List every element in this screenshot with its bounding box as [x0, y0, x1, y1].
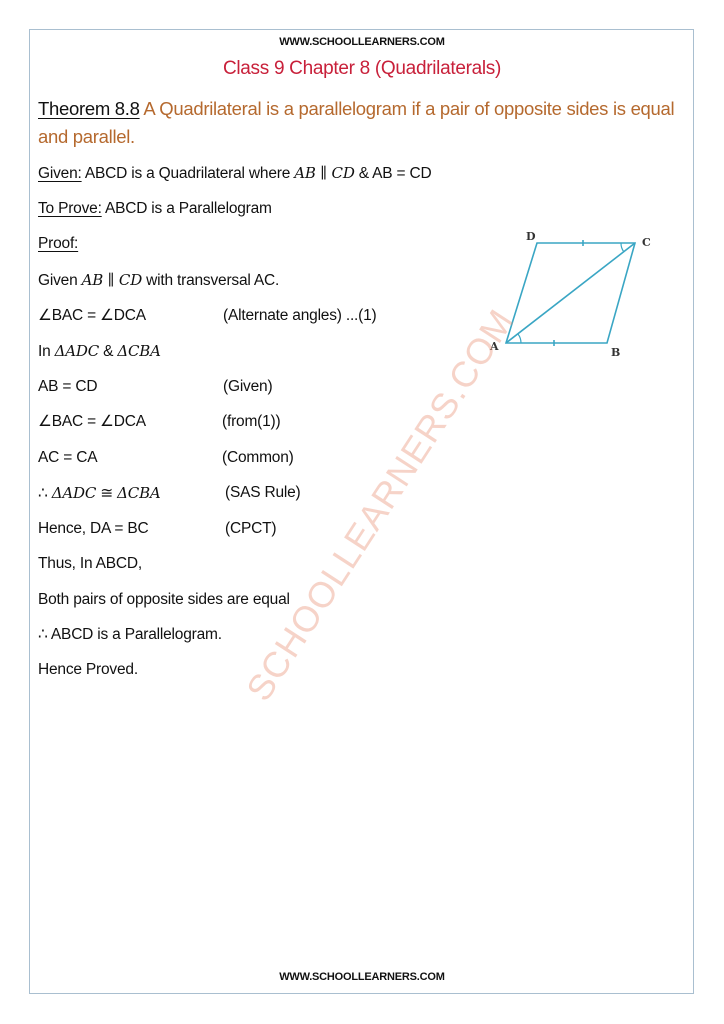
to-prove-line: To Prove: ABCD is a Parallelogram	[38, 199, 272, 219]
step-statement: AC = CA	[38, 449, 98, 466]
proof-step-1: ∠BAC = ∠DCA	[38, 306, 146, 326]
vertex-label-a: A	[489, 340, 499, 353]
proof-step-4: ∠BAC = ∠DCA	[38, 412, 146, 432]
theorem-label: Theorem 8.8	[38, 98, 140, 119]
angle-arc-a	[517, 333, 522, 344]
theorem-statement: Theorem 8.8 A Quadrilateral is a paralle…	[38, 95, 688, 151]
to-prove-label: To Prove:	[38, 200, 102, 217]
step-statement: Hence, DA = BC	[38, 520, 149, 537]
proof-label: Proof:	[38, 235, 79, 252]
step-statement: Thus, In ABCD,	[38, 555, 143, 572]
given-text: ABCD is a Quadrilateral where	[81, 165, 295, 182]
step-statement: Hence Proved.	[38, 661, 138, 678]
step-mid: ≅	[96, 485, 118, 502]
proof-step-8: Thus, In ABCD,	[38, 554, 142, 574]
to-prove-text: ABCD is a Parallelogram	[101, 200, 272, 217]
footer-site-url: WWW.SCHOOLLEARNERS.COM	[279, 971, 445, 983]
step-prefix: ∴	[38, 485, 52, 502]
proof-given-math: AB ∥ CD	[81, 271, 143, 289]
step-mid: &	[99, 343, 118, 360]
proof-reason-7: (CPCT)	[225, 520, 277, 537]
proof-step-7: Hence, DA = BC	[38, 519, 149, 539]
proof-step-2: In ΔADC & ΔCBA	[38, 341, 161, 362]
step-math-2: ΔCBA	[117, 484, 161, 502]
header-site-url: WWW.SCHOOLLEARNERS.COM	[279, 36, 445, 48]
proof-reason-4: (from(1))	[222, 413, 281, 430]
step-math-1: ΔADC	[54, 342, 100, 360]
angle-arc-c	[620, 242, 625, 253]
vertex-label-b: B	[611, 346, 620, 359]
chapter-title: Class 9 Chapter 8 (Quadrilaterals)	[222, 58, 502, 79]
parallelogram-diagram: D C A B	[489, 230, 651, 359]
proof-reason-5: (Common)	[222, 449, 294, 466]
step-statement: ∠BAC = ∠DCA	[38, 307, 146, 324]
diagonal-ac	[505, 242, 636, 344]
proof-step-10: ∴ ABCD is a Parallelogram.	[38, 625, 222, 645]
given-math: AB ∥ CD	[294, 164, 355, 182]
vertex-label-c: C	[642, 236, 651, 249]
proof-heading: Proof:	[38, 234, 78, 254]
proof-given-before: Given	[38, 272, 82, 289]
proof-step-11: Hence Proved.	[38, 660, 138, 680]
proof-step-6: ∴ ΔADC ≅ ΔCBA	[38, 483, 161, 504]
given-line: Given: ABCD is a Quadrilateral where AB …	[38, 163, 432, 184]
proof-reason-3: (Given)	[223, 378, 273, 395]
step-statement: ∴ ABCD is a Parallelogram.	[38, 626, 222, 643]
step-prefix: In	[38, 343, 55, 360]
proof-step-3: AB = CD	[38, 377, 98, 397]
step-statement: Both pairs of opposite sides are equal	[38, 591, 290, 608]
proof-given-after: with transversal AC.	[142, 272, 280, 289]
proof-reason-1: (Alternate angles) ...(1)	[223, 307, 377, 324]
step-statement: ∠BAC = ∠DCA	[38, 413, 146, 430]
given-label: Given:	[38, 165, 82, 182]
proof-reason-6: (SAS Rule)	[225, 484, 301, 501]
step-statement: AB = CD	[38, 378, 98, 395]
step-math-1: ΔADC	[51, 484, 97, 502]
given-text-after: & AB = CD	[354, 165, 432, 182]
proof-step-5: AC = CA	[38, 448, 98, 468]
proof-step-9: Both pairs of opposite sides are equal	[38, 590, 290, 610]
proof-given-line: Given AB ∥ CD with transversal AC.	[38, 270, 279, 291]
vertex-label-d: D	[526, 230, 536, 243]
step-math-2: ΔCBA	[117, 342, 161, 360]
